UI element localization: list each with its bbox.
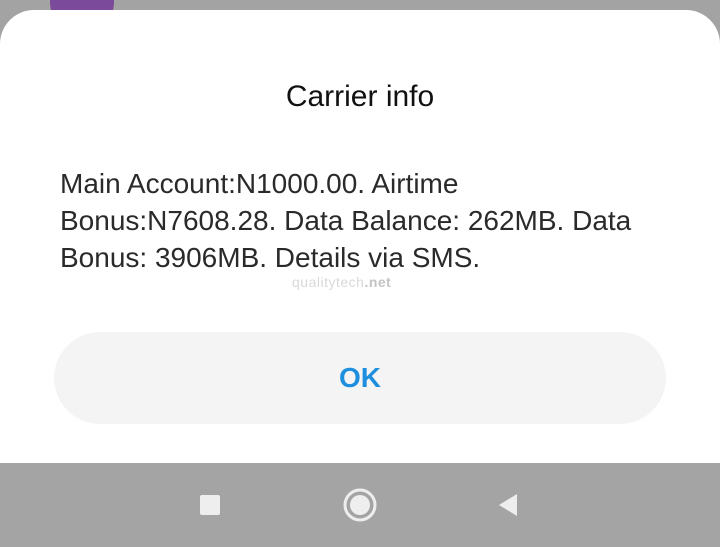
back-triangle-icon bbox=[499, 494, 517, 516]
back-button[interactable] bbox=[488, 485, 528, 525]
recents-button[interactable] bbox=[190, 485, 230, 525]
home-circle-icon bbox=[343, 488, 377, 522]
ok-button[interactable]: OK bbox=[54, 332, 666, 424]
navigation-bar bbox=[0, 463, 720, 547]
screen: Carrier info Main Account:N1000.00. Airt… bbox=[0, 0, 720, 547]
dialog-message: Main Account:N1000.00. Airtime Bonus:N76… bbox=[60, 168, 632, 273]
watermark-suffix: .net bbox=[364, 274, 392, 290]
watermark-text: qualitytech bbox=[292, 274, 365, 290]
dialog-title: Carrier info bbox=[285, 80, 435, 113]
recents-square-icon bbox=[200, 495, 220, 515]
carrier-info-dialog: Carrier info Main Account:N1000.00. Airt… bbox=[0, 10, 720, 463]
home-button[interactable] bbox=[340, 485, 380, 525]
watermark: qualitytech.net bbox=[292, 274, 391, 290]
